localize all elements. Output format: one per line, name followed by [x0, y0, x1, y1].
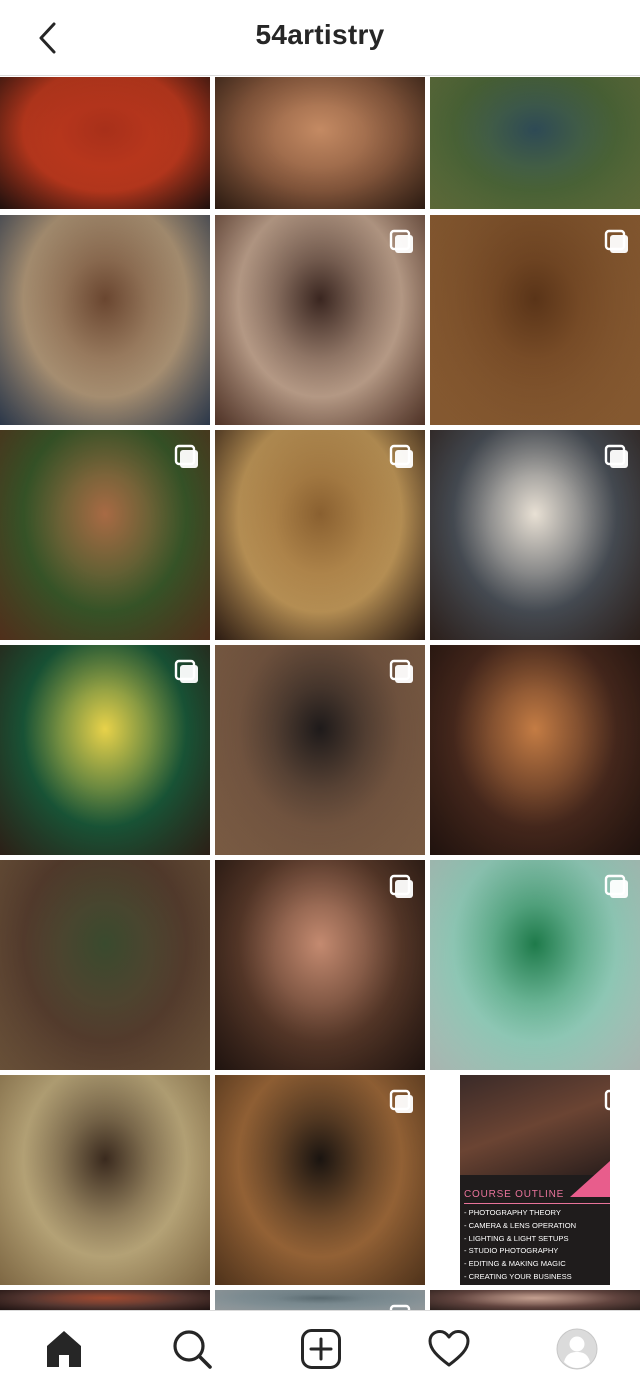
multiple-photos-icon	[174, 444, 198, 468]
post-photo	[430, 645, 640, 855]
multiple-photos-icon	[604, 229, 628, 253]
grid-post-3-1[interactable]	[0, 430, 210, 640]
course-heading: COURSE OUTLINE	[464, 1189, 565, 1200]
post-grid: COURSE OUTLINE - PHOTOGRAPHY THEORY - CAME…	[0, 77, 640, 1310]
nav-activity-button[interactable]	[423, 1323, 475, 1375]
grid-post-6-1[interactable]	[0, 1075, 210, 1285]
nav-home-button[interactable]	[38, 1323, 90, 1375]
post-photo	[0, 1290, 210, 1310]
grid-post-3-3[interactable]	[430, 430, 640, 640]
grid-post-1-1[interactable]	[0, 77, 210, 209]
post-photo	[430, 77, 640, 209]
grid-post-2-2[interactable]	[215, 215, 425, 425]
bottom-nav	[0, 1310, 640, 1386]
grid-post-1-3[interactable]	[430, 77, 640, 209]
multiple-photos-icon	[604, 874, 628, 898]
heart-icon	[428, 1330, 470, 1367]
post-photo	[0, 1075, 210, 1285]
nav-search-button[interactable]	[166, 1323, 218, 1375]
multiple-photos-icon	[389, 874, 413, 898]
course-item: - STUDIO PHOTOGRAPHY	[464, 1246, 559, 1256]
top-bar: 54artistry	[0, 0, 640, 76]
grid-post-2-1[interactable]	[0, 215, 210, 425]
course-item: - CAMERA & LENS OPERATION	[464, 1220, 577, 1230]
post-photo	[0, 215, 210, 425]
post-photo	[0, 77, 210, 209]
grid-post-5-2[interactable]	[215, 860, 425, 1070]
multiple-photos-icon	[604, 444, 628, 468]
multiple-photos-icon	[389, 659, 413, 683]
course-item: - LIGHTING & LIGHT SETUPS	[464, 1233, 569, 1243]
avatar-icon	[556, 1328, 598, 1370]
grid-post-3-2[interactable]	[215, 430, 425, 640]
grid-post-6-2[interactable]	[215, 1075, 425, 1285]
multiple-photos-icon	[604, 1089, 628, 1113]
grid-post-4-1[interactable]	[0, 645, 210, 855]
course-items: - PHOTOGRAPHY THEORY - CAMERA & LENS OPER…	[464, 1207, 576, 1284]
multiple-photos-icon	[389, 1089, 413, 1113]
poster-photo	[460, 1075, 610, 1175]
grid-post-2-3[interactable]	[430, 215, 640, 425]
multiple-photos-icon	[389, 229, 413, 253]
grid-post-7-3[interactable]	[430, 1290, 640, 1310]
multiple-photos-icon	[174, 659, 198, 683]
divider	[464, 1203, 610, 1204]
grid-post-7-2[interactable]	[215, 1290, 425, 1310]
course-poster: COURSE OUTLINE - PHOTOGRAPHY THEORY - CAME…	[460, 1075, 610, 1285]
grid-post-1-2[interactable]	[215, 77, 425, 209]
nav-profile-button[interactable]	[551, 1323, 603, 1375]
grid-post-4-3[interactable]	[430, 645, 640, 855]
post-photo	[430, 1290, 640, 1310]
post-photo	[0, 860, 210, 1070]
poster-accent-shape	[570, 1161, 610, 1197]
course-item: - EDITING & MAKING MAGIC	[464, 1259, 566, 1269]
post-photo	[215, 77, 425, 209]
course-item: - PHOTOGRAPHY THEORY	[464, 1208, 561, 1217]
search-icon	[173, 1330, 212, 1369]
grid-post-5-1[interactable]	[0, 860, 210, 1070]
nav-new-post-button[interactable]	[295, 1323, 347, 1375]
grid-post-6-3[interactable]: COURSE OUTLINE - PHOTOGRAPHY THEORY - CAME…	[430, 1075, 640, 1285]
page-title: 54artistry	[255, 19, 385, 50]
grid-post-5-3[interactable]	[430, 860, 640, 1070]
home-icon	[47, 1331, 81, 1367]
grid-post-7-1[interactable]	[0, 1290, 210, 1310]
grid-post-4-2[interactable]	[215, 645, 425, 855]
plus-square-icon	[301, 1329, 341, 1369]
multiple-photos-icon	[389, 444, 413, 468]
course-item: - CREATING YOUR BUSINESS	[464, 1271, 572, 1281]
